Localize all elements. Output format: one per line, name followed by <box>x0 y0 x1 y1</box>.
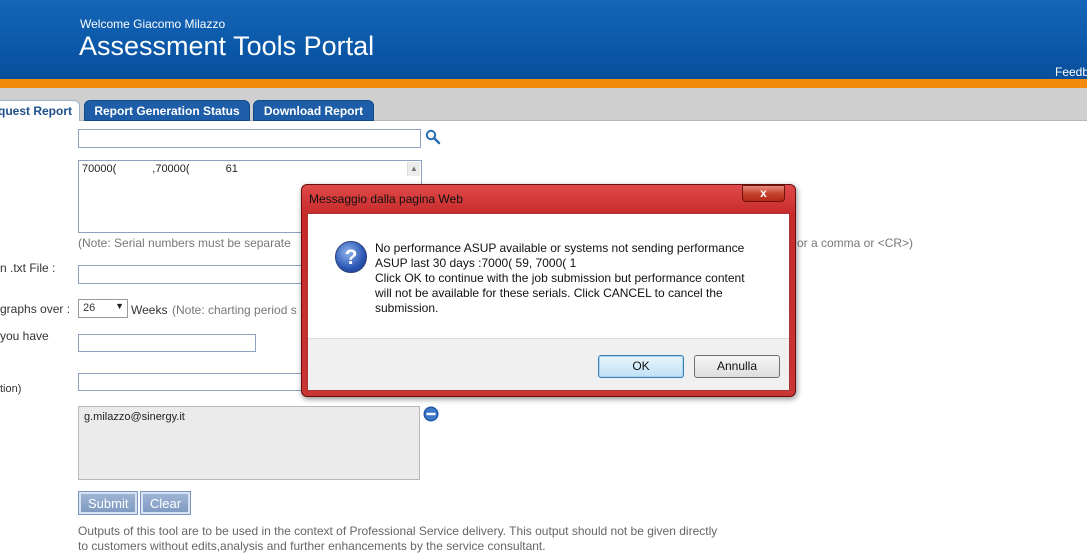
you-have-input[interactable] <box>78 334 256 352</box>
serial-value-2: ,70000( <box>152 163 190 175</box>
chevron-down-icon: ▼ <box>115 301 124 311</box>
serial-note-tail: or a comma or <CR>) <box>797 236 914 250</box>
portal-title: Assessment Tools Portal <box>79 31 375 61</box>
weeks-label: Weeks <box>131 303 168 317</box>
dialog-body: ? No performance ASUP available or syste… <box>307 213 790 391</box>
email-value: g.milazzo@sinergy.it <box>84 411 185 423</box>
welcome-text: Welcome Giacomo Milazzo <box>80 17 226 31</box>
option-input[interactable] <box>78 373 303 391</box>
search-icon[interactable] <box>425 129 441 145</box>
weeks-note: (Note: charting period s <box>172 303 297 317</box>
tab-bar: quest Report Report Generation Status Do… <box>0 88 1087 121</box>
dialog-title: Messaggio dalla pagina Web <box>309 192 463 206</box>
tab-download-report[interactable]: Download Report <box>253 100 374 121</box>
submit-button[interactable]: Submit <box>77 491 139 515</box>
weeks-select-value: 26 <box>83 302 96 314</box>
question-icon: ? <box>335 241 367 273</box>
weeks-select[interactable]: 26 ▼ <box>78 299 128 318</box>
header-accent-bar <box>0 79 1087 88</box>
serial-value-1: 70000( <box>82 163 117 175</box>
close-icon: x <box>760 186 767 200</box>
tab-request-report[interactable]: quest Report <box>0 100 80 121</box>
scroll-up-arrow[interactable]: ▲ <box>407 162 420 176</box>
serial-value-3: 61 <box>225 163 238 175</box>
close-button[interactable]: x <box>742 185 785 202</box>
redacted-mask <box>189 164 226 175</box>
disclaimer-line-1: Outputs of this tool are to be used in t… <box>78 524 718 538</box>
cancel-button[interactable]: Annulla <box>694 355 780 378</box>
txt-file-input[interactable] <box>78 265 303 284</box>
disclaimer-text: Outputs of this tool are to be used in t… <box>78 524 758 554</box>
disclaimer-line-2: to customers without edits,analysis and … <box>78 539 546 553</box>
feedback-link[interactable]: Feedback <box>1055 65 1087 79</box>
option-label: tion) <box>0 383 22 395</box>
search-input[interactable] <box>78 129 421 148</box>
txt-file-label: n .txt File : <box>0 261 56 275</box>
tab-report-generation-status[interactable]: Report Generation Status <box>84 100 250 121</box>
email-list-box[interactable]: g.milazzo@sinergy.it <box>78 406 420 480</box>
redacted-mask <box>116 164 153 175</box>
remove-icon[interactable] <box>423 406 439 422</box>
dialog-message: No performance ASUP available or systems… <box>375 241 745 315</box>
ok-button[interactable]: OK <box>598 355 684 378</box>
graphs-over-label: graphs over : <box>0 302 71 316</box>
you-have-label: you have <box>0 329 49 343</box>
app-header: Welcome Giacomo Milazzo Assessment Tools… <box>0 0 1087 79</box>
confirm-dialog: Messaggio dalla pagina Web x ? No perfor… <box>301 184 796 397</box>
serial-note: (Note: Serial numbers must be separate <box>78 236 291 250</box>
clear-button[interactable]: Clear <box>139 491 192 515</box>
